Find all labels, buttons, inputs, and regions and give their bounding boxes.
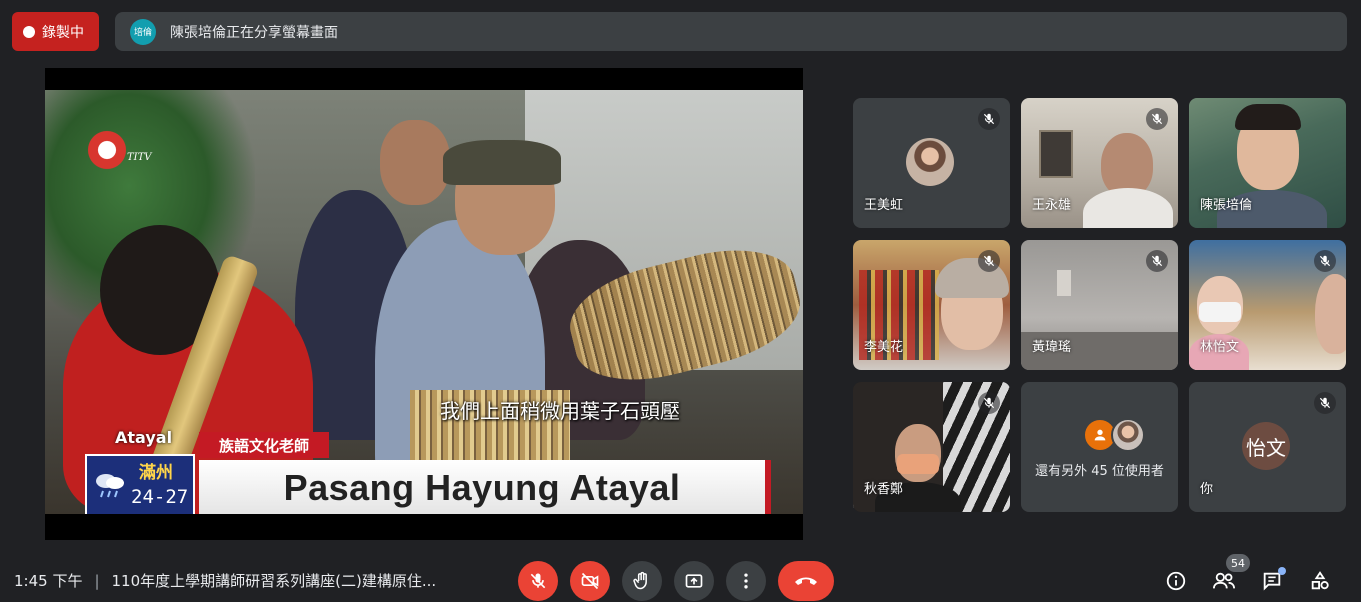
tribe-label: Atayal: [115, 428, 173, 447]
participant-tile[interactable]: 秋香鄭: [853, 382, 1010, 512]
meeting-details-button[interactable]: [1161, 566, 1191, 596]
participant-tile[interactable]: 王美虹: [853, 98, 1010, 228]
participant-name: 秋香鄭: [864, 482, 904, 497]
hand-icon: [633, 571, 647, 590]
more-participants-text: 還有另外 45 位使用者: [1035, 464, 1164, 479]
mic-off-icon: [1314, 392, 1336, 414]
recording-indicator[interactable]: 錄製中: [12, 12, 99, 51]
record-dot-icon: [23, 25, 35, 38]
people-icon: [1213, 572, 1235, 589]
speaker-name: Pasang Hayung Atayal: [199, 460, 771, 514]
divider: |: [94, 571, 100, 590]
more-options-button[interactable]: [726, 561, 766, 601]
participant-name: 林怡文: [1200, 340, 1240, 355]
recording-label: 錄製中: [42, 24, 84, 41]
video-subtitle: 我們上面稍微用葉子石頭壓: [440, 399, 680, 423]
activities-icon: [1311, 571, 1329, 590]
mic-off-icon: [1314, 250, 1336, 272]
meeting-title[interactable]: 110年度上學期講師研習系列講座(二)建構原住...: [112, 570, 437, 591]
participant-name: 你: [1200, 482, 1214, 497]
self-avatar: 怡文: [1242, 422, 1290, 470]
channel-logo-icon: [85, 128, 129, 172]
presentation-stage: TITV 我們上面稍微用葉子石頭壓 Atayal 族語文化老師 Pasang H…: [45, 68, 803, 540]
shared-video: TITV 我們上面稍微用葉子石頭壓 Atayal 族語文化老師 Pasang H…: [45, 90, 803, 514]
info-icon: [1166, 571, 1186, 591]
present-icon: [685, 574, 703, 588]
meeting-info: 1:45 下午 | 110年度上學期講師研習系列講座(二)建構原住...: [14, 570, 436, 591]
mic-off-icon: [1146, 108, 1168, 130]
more-vert-icon: [744, 573, 748, 589]
screen-share-banner: 培倫 陳張培倫正在分享螢幕畫面: [115, 12, 1347, 51]
mic-off-icon: [530, 573, 546, 589]
clock-time: 1:45 下午: [14, 572, 83, 590]
leave-call-button[interactable]: [778, 561, 834, 601]
mic-off-icon: [978, 250, 1000, 272]
participant-name: 黃瑋瑤: [1032, 340, 1072, 355]
mic-off-icon: [978, 108, 1000, 130]
participant-name: 陳張培倫: [1200, 198, 1253, 213]
participant-name: 王永雄: [1032, 198, 1072, 213]
screen-share-text: 陳張培倫正在分享螢幕畫面: [170, 24, 338, 41]
unread-indicator: [1278, 567, 1286, 575]
mic-off-icon: [1146, 250, 1168, 272]
weather-temperature: 24-27: [131, 486, 189, 508]
weather-box: 滿州 24-27: [85, 454, 195, 514]
activities-button[interactable]: [1305, 566, 1335, 596]
participant-avatar: [1111, 418, 1145, 452]
raise-hand-button[interactable]: [622, 561, 662, 601]
camera-off-icon: [581, 572, 599, 590]
microphone-toggle-button[interactable]: [518, 561, 558, 601]
role-label: 族語文化老師: [199, 432, 329, 458]
cloud-rain-icon: [96, 474, 124, 498]
call-end-icon: [795, 577, 817, 585]
participant-name: 王美虹: [864, 198, 904, 213]
mic-off-icon: [978, 392, 1000, 414]
participant-tile[interactable]: 黃瑋瑤: [1021, 240, 1178, 370]
participant-tile[interactable]: 林怡文: [1189, 240, 1346, 370]
participant-name: 李美花: [864, 340, 904, 355]
participant-count-badge: 54: [1226, 554, 1250, 572]
participant-avatar: [906, 138, 954, 186]
participant-tile[interactable]: 李美花: [853, 240, 1010, 370]
weather-city: 滿州: [139, 463, 173, 483]
more-participants-tile[interactable]: 還有另外 45 位使用者: [1021, 382, 1178, 512]
participant-tile[interactable]: 陳張培倫: [1189, 98, 1346, 228]
channel-logo-text: TITV: [127, 152, 152, 163]
present-screen-button[interactable]: [674, 561, 714, 601]
participant-tile[interactable]: 王永雄: [1021, 98, 1178, 228]
camera-toggle-button[interactable]: [570, 561, 610, 601]
presenter-avatar: 培倫: [130, 18, 156, 45]
self-tile[interactable]: 怡文 你: [1189, 382, 1346, 512]
